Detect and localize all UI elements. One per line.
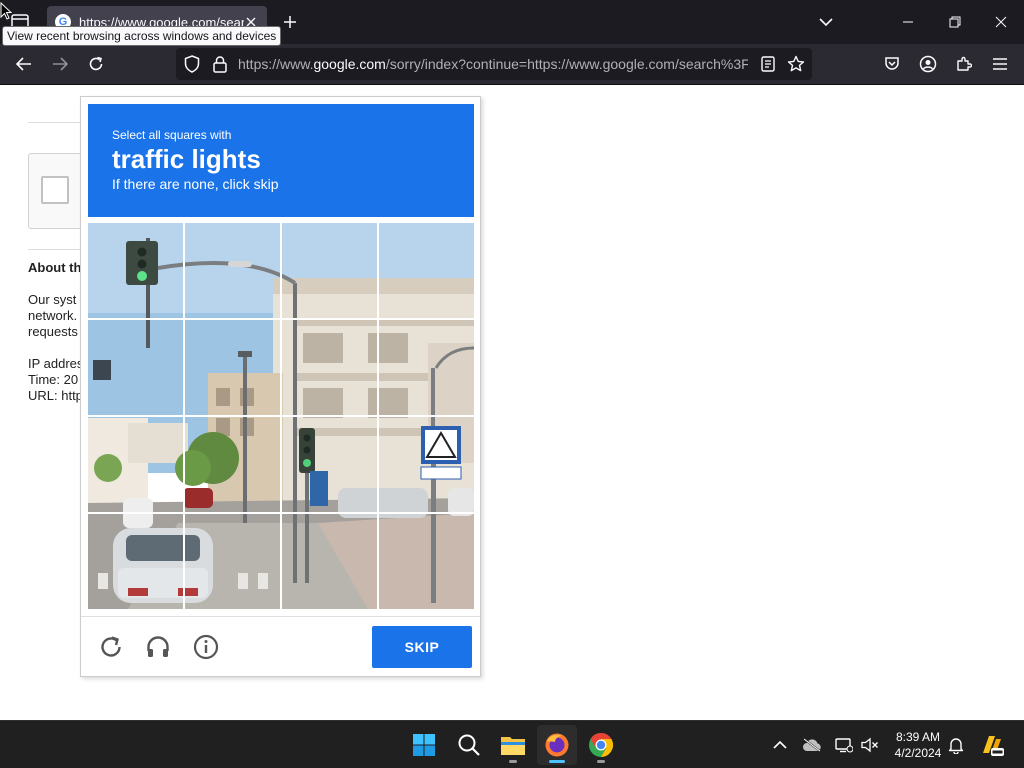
reader-view-icon[interactable] — [758, 54, 778, 74]
address-bar[interactable]: https://www.google.com/sorry/index?conti… — [176, 48, 812, 80]
grid-lines — [88, 223, 474, 609]
notification-bell-icon[interactable] — [944, 733, 968, 757]
skip-button[interactable]: SKIP — [372, 626, 472, 668]
challenge-hint: If there are none, click skip — [112, 176, 279, 192]
volume-muted-icon[interactable] — [858, 733, 882, 757]
tracking-protection-shield-icon[interactable] — [182, 54, 202, 74]
list-all-tabs-chevron-icon[interactable] — [814, 10, 838, 34]
new-challenge-reload-icon[interactable] — [97, 633, 125, 661]
network-icon[interactable] — [832, 733, 856, 757]
time-line: Time: 20 — [28, 372, 79, 387]
system-clock[interactable]: 8:39 AM 4/2/2024 — [884, 729, 952, 761]
close-window-icon[interactable] — [989, 10, 1013, 34]
recaptcha-challenge: Select all squares with traffic lights I… — [80, 96, 481, 677]
about-heading: About th — [28, 260, 82, 275]
windows-logo-icon — [413, 734, 435, 756]
challenge-instruction: Select all squares with — [112, 128, 232, 142]
url-host: google.com — [313, 56, 386, 72]
chrome-button[interactable] — [581, 725, 621, 765]
divider — [28, 249, 88, 250]
search-button[interactable] — [449, 725, 489, 765]
url-text[interactable]: https://www.google.com/sorry/index?conti… — [238, 56, 748, 74]
clock-date: 4/2/2024 — [894, 746, 942, 760]
copilot-preview-icon[interactable] — [978, 733, 1006, 757]
windows-taskbar: 8:39 AM 4/2/2024 — [0, 720, 1024, 768]
running-indicator — [597, 760, 605, 763]
challenge-object: traffic lights — [112, 144, 261, 174]
recaptcha-checkbox-container — [28, 153, 88, 229]
ip-address-line: IP addres — [28, 356, 84, 371]
tooltip: View recent browsing across windows and … — [2, 26, 282, 46]
file-explorer-button[interactable] — [493, 725, 533, 765]
help-info-icon[interactable] — [192, 633, 220, 661]
back-arrow-icon[interactable] — [12, 52, 36, 76]
lock-icon[interactable] — [210, 54, 230, 74]
chrome-logo-icon — [589, 733, 614, 757]
browser-navbar: https://www.google.com/sorry/index?conti… — [0, 44, 1024, 85]
recaptcha-checkbox[interactable] — [41, 176, 69, 204]
challenge-image-grid — [88, 223, 474, 609]
mouse-cursor-icon — [0, 2, 12, 20]
running-indicator — [509, 760, 517, 763]
new-tab-icon[interactable] — [278, 10, 302, 34]
forward-arrow-icon[interactable] — [48, 52, 72, 76]
minimize-window-icon[interactable] — [896, 10, 920, 34]
firefox-button[interactable] — [537, 725, 577, 765]
onedrive-cloud-icon[interactable] — [800, 733, 824, 757]
page-text-line: requests — [28, 324, 78, 339]
page-text-line: network. — [28, 308, 78, 323]
challenge-header: Select all squares with traffic lights I… — [88, 104, 474, 217]
folder-icon — [501, 737, 525, 755]
show-hidden-icons-chevron-icon[interactable] — [768, 733, 792, 757]
url-path: /sorry/index?continue=https://www.google… — [385, 56, 748, 72]
hamburger-menu-icon[interactable] — [988, 52, 1012, 76]
active-app-indicator — [549, 760, 565, 763]
divider — [28, 122, 88, 123]
firefox-logo-icon — [545, 733, 569, 757]
divider — [81, 616, 480, 617]
clock-time: 8:39 AM — [895, 730, 941, 744]
search-icon — [458, 734, 480, 756]
url-line: URL: http — [28, 388, 83, 403]
restore-window-icon[interactable] — [943, 10, 967, 34]
page-text-line: Our syst — [28, 292, 77, 307]
account-icon[interactable] — [916, 52, 940, 76]
pocket-icon[interactable] — [880, 52, 904, 76]
extensions-puzzle-icon[interactable] — [952, 52, 976, 76]
reload-icon[interactable] — [84, 52, 108, 76]
bookmark-star-icon[interactable] — [786, 54, 806, 74]
audio-challenge-headphones-icon[interactable] — [144, 633, 172, 661]
url-prefix: https://www. — [238, 56, 314, 72]
start-button[interactable] — [404, 725, 444, 765]
